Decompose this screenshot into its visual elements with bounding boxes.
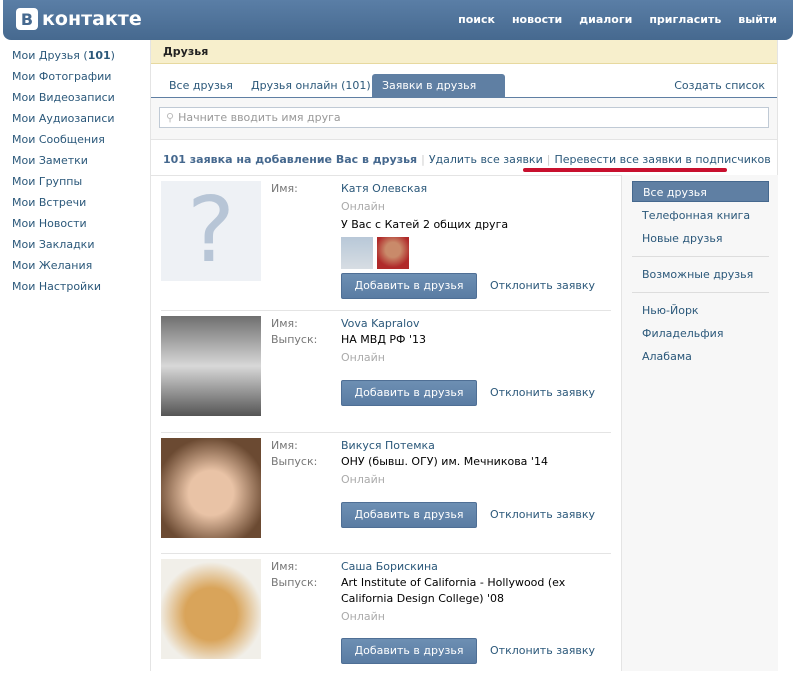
divider <box>632 292 769 293</box>
add-friend-button[interactable]: Добавить в друзья <box>341 638 477 664</box>
logo[interactable]: Вконтакте <box>16 8 142 30</box>
avatar-placeholder-icon[interactable]: ? <box>161 181 261 281</box>
filter-new-friends[interactable]: Новые друзья <box>632 228 769 249</box>
friends-filter-sidebar: Все друзья Телефонная книга Новые друзья… <box>621 175 778 671</box>
header: Вконтакте поиск новости диалоги пригласи… <box>3 0 793 40</box>
leftnav-wishes[interactable]: Мои Желания <box>12 259 115 280</box>
delete-all-link[interactable]: Удалить все заявки <box>429 153 543 166</box>
nav-search[interactable]: поиск <box>458 13 495 26</box>
nav-news[interactable]: новости <box>512 13 562 26</box>
leftnav-videos[interactable]: Мои Видеозаписи <box>12 91 115 112</box>
request-list: ? Имя: Катя Олевская Онлайн У Вас с Кате… <box>151 175 621 664</box>
tab-friend-requests[interactable]: Заявки в друзья (101) <box>372 74 505 115</box>
page-title: Друзья <box>151 40 777 64</box>
list-item: Имя: Выпуск: Vova Kapralov НА МВД РФ '13… <box>161 311 611 433</box>
left-nav: Мои Друзья (101) Мои Фотографии Мои Виде… <box>12 49 115 301</box>
tabs: Все друзья Друзья онлайн (101) Заявки в … <box>151 74 777 115</box>
friend-name[interactable]: Викуся Потемка <box>341 439 435 452</box>
friend-name[interactable]: Vova Kapralov <box>341 317 419 330</box>
add-friend-button[interactable]: Добавить в друзья <box>341 502 477 528</box>
nav-dialogs[interactable]: диалоги <box>579 13 632 26</box>
top-nav: поиск новости диалоги пригласить выйти <box>458 13 777 26</box>
filter-alabama[interactable]: Алабама <box>632 346 769 367</box>
reject-request-link[interactable]: Отклонить заявку <box>490 273 595 299</box>
leftnav-messages[interactable]: Мои Сообщения <box>12 133 115 154</box>
filter-new-york[interactable]: Нью-Йорк <box>632 300 769 321</box>
leftnav-groups[interactable]: Мои Группы <box>12 175 115 196</box>
reject-request-link[interactable]: Отклонить заявку <box>490 638 595 664</box>
filter-philadelphia[interactable]: Филадельфия <box>632 323 769 344</box>
mutual-friend-avatar[interactable] <box>377 237 409 269</box>
friend-name[interactable]: Катя Олевская <box>341 182 427 195</box>
mutual-friend-avatar[interactable] <box>341 237 373 269</box>
reject-request-link[interactable]: Отклонить заявку <box>490 380 595 406</box>
leftnav-friends[interactable]: Мои Друзья (101) <box>12 49 115 70</box>
leftnav-photos[interactable]: Мои Фотографии <box>12 70 115 91</box>
search-bar: ⚲ Начните вводить имя друга <box>151 98 777 140</box>
add-friend-button[interactable]: Добавить в друзья <box>341 273 477 299</box>
red-underline-annotation <box>523 168 727 172</box>
leftnav-events[interactable]: Мои Встречи <box>12 196 115 217</box>
friend-name[interactable]: Саша Борискина <box>341 560 438 573</box>
avatar[interactable] <box>161 438 261 538</box>
nav-invite[interactable]: пригласить <box>649 13 721 26</box>
leftnav-audio[interactable]: Мои Аудиозаписи <box>12 112 115 133</box>
search-icon: ⚲ <box>166 111 175 124</box>
list-item: Имя: Выпуск: Викуся Потемка ОНУ (бывш. О… <box>161 433 611 554</box>
list-item: Имя: Выпуск: Саша Борискина Art Institut… <box>161 554 611 684</box>
filter-possible-friends[interactable]: Возможные друзья <box>632 264 769 285</box>
create-list-link[interactable]: Создать список <box>674 74 765 97</box>
filter-all-friends[interactable]: Все друзья <box>632 181 769 202</box>
avatar[interactable] <box>161 559 261 659</box>
tab-friends-online[interactable]: Друзья онлайн (101) <box>241 74 381 97</box>
filter-phone-book[interactable]: Телефонная книга <box>632 205 769 226</box>
tab-all-friends[interactable]: Все друзья <box>159 74 243 97</box>
requests-summary: 101 заявка на добавление Вас в друзья | Уд… <box>163 153 771 166</box>
leftnav-bookmarks[interactable]: Мои Закладки <box>12 238 115 259</box>
leftnav-settings[interactable]: Мои Настройки <box>12 280 115 301</box>
leftnav-notes[interactable]: Мои Заметки <box>12 154 115 175</box>
reject-request-link[interactable]: Отклонить заявку <box>490 502 595 528</box>
leftnav-news[interactable]: Мои Новости <box>12 217 115 238</box>
divider <box>632 256 769 257</box>
nav-logout[interactable]: выйти <box>738 13 777 26</box>
add-friend-button[interactable]: Добавить в друзья <box>341 380 477 406</box>
main-panel: Друзья Все друзья Друзья онлайн (101) За… <box>150 40 778 671</box>
move-all-link[interactable]: Перевести все заявки в подписчиков <box>554 153 770 166</box>
list-item: ? Имя: Катя Олевская Онлайн У Вас с Кате… <box>161 176 611 311</box>
avatar[interactable] <box>161 316 261 416</box>
search-input[interactable]: ⚲ Начните вводить имя друга <box>159 107 769 128</box>
